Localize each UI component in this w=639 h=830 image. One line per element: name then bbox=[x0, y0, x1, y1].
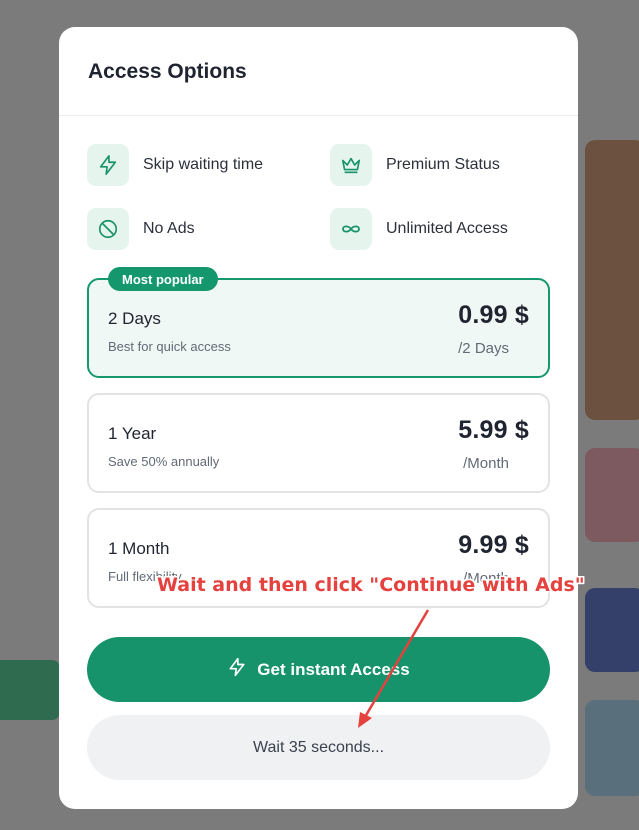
background-card bbox=[585, 700, 639, 796]
plan-description: Save 50% annually bbox=[108, 454, 220, 469]
plan-name: 1 Year bbox=[108, 424, 157, 443]
background-card bbox=[585, 588, 639, 672]
plan-name: 2 Days bbox=[108, 309, 161, 328]
plan-period: /Month bbox=[463, 455, 509, 472]
background-text bbox=[0, 585, 60, 609]
wait-label: Wait 35 seconds... bbox=[252, 738, 385, 756]
feature-premium-status: Premium Status bbox=[330, 144, 500, 186]
modal-title: Access Options bbox=[88, 60, 247, 83]
wait-countdown-button[interactable]: Wait 35 seconds... bbox=[87, 715, 550, 780]
background-card bbox=[585, 448, 639, 542]
feature-no-ads: No Ads bbox=[87, 208, 195, 250]
background-button bbox=[0, 660, 60, 720]
feature-label: No Ads bbox=[143, 220, 195, 237]
feature-unlimited-access: Unlimited Access bbox=[330, 208, 508, 250]
plan-description: Best for quick access bbox=[108, 339, 231, 354]
divider bbox=[59, 115, 578, 116]
plan-price: 9.99 $ bbox=[458, 531, 529, 559]
plan-period: /2 Days bbox=[458, 340, 509, 357]
no-ads-icon bbox=[87, 208, 129, 250]
infinity-icon bbox=[330, 208, 372, 250]
plan-name: 1 Month bbox=[108, 539, 170, 558]
background-cards bbox=[585, 140, 639, 830]
feature-label: Unlimited Access bbox=[386, 220, 508, 237]
instruction-annotation: Wait and then click "Continue with Ads" bbox=[157, 574, 585, 596]
lightning-icon bbox=[87, 144, 129, 186]
plan-price: 0.99 $ bbox=[458, 301, 529, 329]
plan-option-1-year[interactable]: 1 Year Save 50% annually 5.99 $ /Month bbox=[87, 393, 550, 493]
feature-skip-waiting: Skip waiting time bbox=[87, 144, 263, 186]
most-popular-badge: Most popular bbox=[108, 267, 218, 291]
background-card bbox=[585, 140, 639, 420]
cta-label: Get instant Access bbox=[257, 659, 410, 679]
access-options-modal: Access Options Skip waiting time Premium… bbox=[59, 27, 578, 809]
lightning-icon bbox=[227, 657, 247, 682]
plan-option-2-days[interactable]: Most popular 2 Days Best for quick acces… bbox=[87, 267, 550, 378]
get-instant-access-button[interactable]: Get instant Access bbox=[87, 637, 550, 702]
feature-label: Skip waiting time bbox=[143, 156, 264, 173]
crown-icon bbox=[330, 144, 372, 186]
plan-price: 5.99 $ bbox=[458, 416, 529, 444]
feature-label: Premium Status bbox=[386, 156, 500, 173]
